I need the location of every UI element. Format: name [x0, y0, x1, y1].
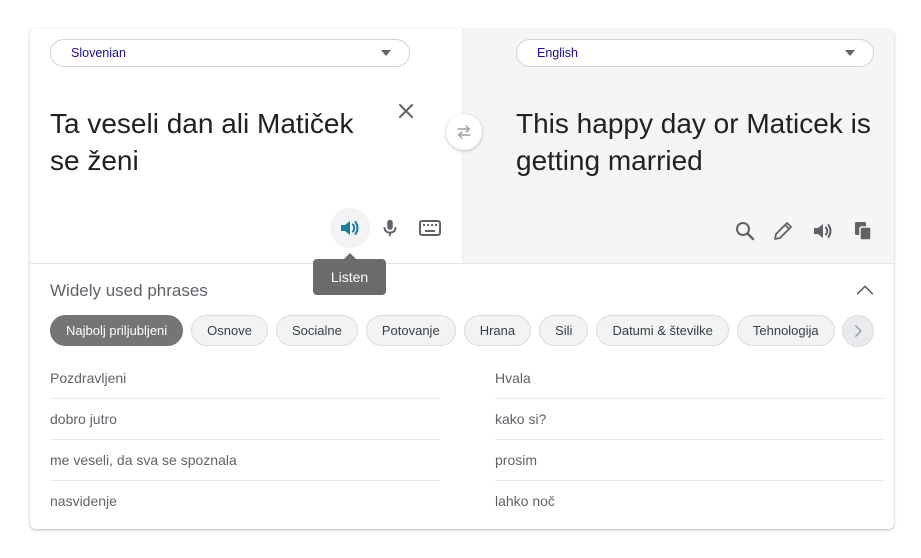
phrases-left-column: Pozdravljeni dobro jutro me veseli, da sva… [50, 358, 440, 522]
clear-button[interactable] [394, 99, 418, 123]
copy-button[interactable] [849, 217, 877, 245]
target-listen-button[interactable] [809, 217, 837, 245]
source-language-select[interactable]: Slovenian [50, 39, 410, 67]
source-language-label: Slovenian [71, 46, 126, 60]
search-icon [736, 222, 755, 241]
edit-button[interactable] [769, 217, 797, 245]
phrase-item[interactable]: Pozdravljeni [50, 358, 440, 399]
phrase-item[interactable]: me veseli, da sva se spoznala [50, 440, 440, 481]
phrases-title: Widely used phrases [50, 281, 208, 300]
search-button[interactable] [731, 217, 759, 245]
source-pane: Slovenian Ta veseli dan ali Matiček se ž… [30, 29, 462, 264]
caret-down-icon [381, 50, 391, 56]
phrase-item[interactable]: dobro jutro [50, 399, 440, 440]
chevron-up-icon [856, 285, 874, 295]
caret-down-icon [845, 50, 855, 56]
listen-tooltip: Listen [313, 253, 386, 295]
phrase-item[interactable]: Hvala [495, 358, 885, 399]
phrases-right-column: Hvala kako si? prosim lahko noč [495, 358, 885, 522]
phrase-chip[interactable]: Potovanje [365, 315, 456, 346]
pencil-icon [774, 222, 792, 240]
speaker-icon [814, 224, 832, 238]
copy-icon [855, 222, 872, 241]
phrase-item[interactable]: nasvidenje [50, 481, 440, 522]
swap-languages-button[interactable] [446, 114, 482, 150]
keyboard-button[interactable] [416, 214, 444, 242]
chips-next-button[interactable] [842, 315, 874, 347]
phrase-chip[interactable]: Hrana [463, 315, 532, 346]
phrase-item[interactable]: prosim [495, 440, 885, 481]
close-icon [399, 104, 413, 118]
microphone-icon [383, 219, 397, 237]
microphone-button[interactable] [376, 214, 404, 242]
translate-card: Slovenian Ta veseli dan ali Matiček se ž… [30, 29, 894, 529]
phrase-chip[interactable]: Osnove [191, 315, 268, 346]
phrase-item[interactable]: lahko noč [495, 481, 885, 522]
target-language-label: English [537, 46, 578, 60]
collapse-phrases-button[interactable] [854, 279, 876, 301]
phrase-item[interactable]: kako si? [495, 399, 885, 440]
phrase-chip[interactable]: Datumi & številke [596, 315, 729, 346]
target-pane: English This happy day or Maticek is get… [462, 29, 894, 264]
target-language-select[interactable]: English [516, 39, 874, 67]
phrase-chip[interactable]: Tehnologija [736, 315, 835, 346]
chevron-right-icon [855, 325, 862, 337]
phrase-chip[interactable]: Sili [539, 315, 589, 346]
pane-divider [30, 263, 894, 264]
translated-text: This happy day or Maticek is getting mar… [516, 108, 871, 176]
phrase-chip[interactable]: Najbolj priljubljeni [50, 315, 184, 346]
source-text[interactable]: Ta veseli dan ali Matiček se ženi [50, 105, 370, 179]
speaker-icon [341, 221, 359, 235]
keyboard-icon [419, 220, 441, 236]
phrase-chip[interactable]: Socialne [275, 315, 358, 346]
swap-icon [457, 125, 471, 139]
listen-button[interactable] [330, 208, 370, 248]
phrase-category-chips: Najbolj priljubljeni Osnove Socialne Potova… [50, 315, 835, 347]
